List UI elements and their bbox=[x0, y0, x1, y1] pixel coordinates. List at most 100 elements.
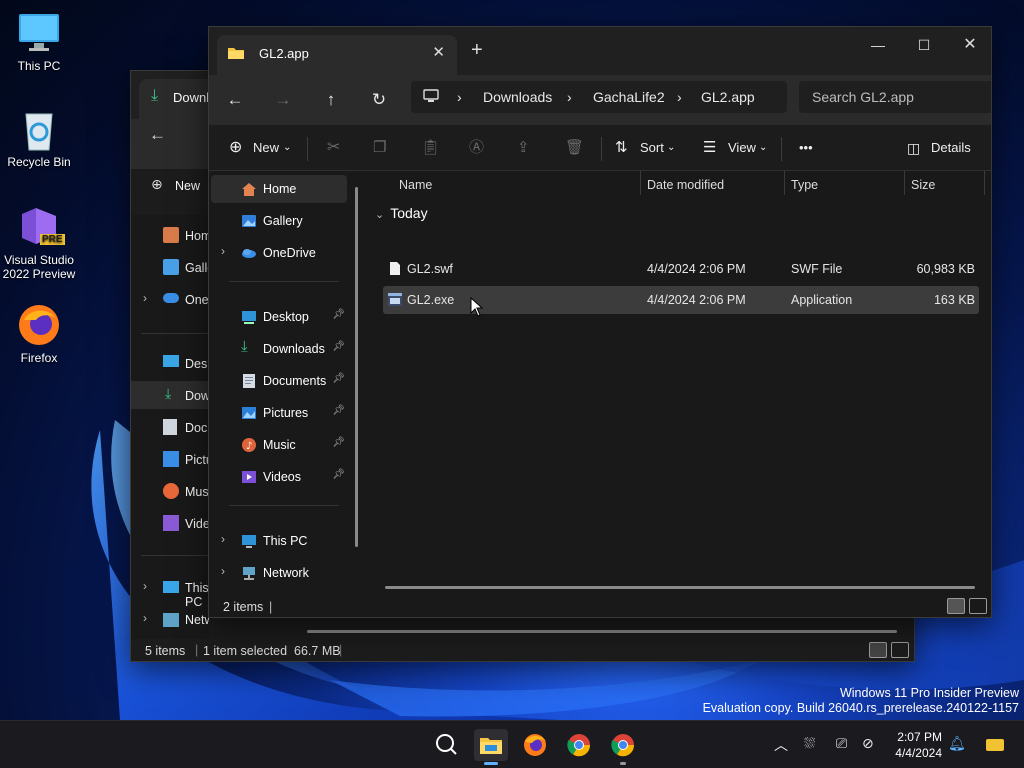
back-nav-desktop[interactable]: Desktop bbox=[185, 357, 209, 371]
pin-icon[interactable]: 📌︎ bbox=[332, 469, 345, 480]
breadcrumb-gl2app[interactable]: GL2.app bbox=[701, 89, 755, 105]
firefox-taskbar-icon[interactable] bbox=[518, 729, 552, 761]
monitor-tray-icon[interactable]: ⎚ bbox=[836, 735, 847, 752]
chrome-icon[interactable] bbox=[562, 729, 596, 761]
table-row[interactable]: GL2.swf 4/4/2024 2:06 PM SWF File 60,983… bbox=[383, 255, 979, 283]
desktop-icon-visual-studio[interactable]: PRE Visual Studio 2022 Preview bbox=[0, 204, 78, 281]
breadcrumb-downloads[interactable]: Downloads bbox=[483, 89, 552, 105]
pin-icon[interactable]: 📌︎ bbox=[332, 309, 345, 320]
copy-icon[interactable]: ❐ bbox=[373, 134, 386, 162]
desktop-icon-this-pc[interactable]: This PC bbox=[0, 10, 78, 73]
close-window-icon[interactable]: ✕ bbox=[947, 31, 991, 61]
nav-item-network[interactable]: › Network bbox=[211, 559, 347, 587]
view-icon[interactable]: ☰ bbox=[703, 134, 716, 162]
back-arrow-icon[interactable]: ← bbox=[149, 125, 166, 145]
new-plus-icon[interactable]: ⊕ bbox=[229, 134, 242, 162]
desktop-icon-recycle-bin[interactable]: Recycle Bin bbox=[0, 106, 78, 169]
nav-item-this-pc[interactable]: › This PC bbox=[211, 527, 347, 555]
vertical-scrollbar[interactable] bbox=[355, 187, 358, 547]
chevron-down-icon: ⌄ bbox=[759, 142, 768, 153]
nav-item-gallery[interactable]: Gallery bbox=[211, 207, 347, 235]
chevron-right-icon[interactable]: › bbox=[221, 244, 225, 258]
horizontal-scrollbar[interactable] bbox=[385, 586, 975, 589]
minimize-icon[interactable]: — bbox=[855, 31, 901, 61]
nav-item-documents[interactable]: Documents 📌︎ bbox=[211, 367, 347, 395]
back-nav-this-pc[interactable]: This PC bbox=[185, 581, 209, 609]
pin-icon[interactable]: 📌︎ bbox=[332, 437, 345, 448]
new-button[interactable]: New bbox=[253, 134, 279, 162]
close-tab-icon[interactable]: ✕ bbox=[432, 43, 445, 61]
horizontal-scrollbar[interactable] bbox=[307, 630, 897, 633]
nav-item-music[interactable]: ♪ Music 📌︎ bbox=[211, 431, 347, 459]
nav-item-videos[interactable]: Videos 📌︎ bbox=[211, 463, 347, 491]
pin-icon[interactable]: 📌︎ bbox=[332, 341, 345, 352]
back-nav-onedrive[interactable]: OneDrive bbox=[185, 293, 209, 307]
column-header-size[interactable]: Size bbox=[911, 178, 935, 192]
search-box[interactable] bbox=[799, 81, 991, 113]
delete-icon[interactable]: 🗑︎ bbox=[565, 134, 584, 162]
details-view-button[interactable] bbox=[947, 598, 965, 614]
column-header-date[interactable]: Date modified bbox=[647, 178, 724, 192]
paste-icon[interactable]: 📋︎ bbox=[421, 134, 440, 162]
refresh-icon[interactable]: ↻ bbox=[363, 85, 395, 115]
back-nav-documents[interactable]: Documents bbox=[185, 421, 209, 435]
chevron-right-icon[interactable]: › bbox=[143, 611, 147, 625]
back-nav-videos[interactable]: Videos bbox=[185, 517, 209, 531]
sort-button[interactable]: Sort bbox=[640, 134, 664, 162]
new-plus-icon[interactable]: ⊕ bbox=[151, 176, 163, 193]
nav-item-pictures[interactable]: Pictures 📌︎ bbox=[211, 399, 347, 427]
back-nav-network[interactable]: Network bbox=[185, 613, 209, 627]
view-button[interactable]: View bbox=[728, 134, 756, 162]
cut-icon[interactable]: ✂ bbox=[327, 134, 340, 162]
back-arrow-icon[interactable]: ← bbox=[219, 85, 251, 115]
chevron-right-icon[interactable]: › bbox=[143, 579, 147, 593]
maximize-icon[interactable]: ☐ bbox=[901, 31, 947, 61]
pin-icon[interactable]: 📌︎ bbox=[332, 373, 345, 384]
search-icon[interactable] bbox=[430, 729, 464, 761]
back-nav-home[interactable]: Home bbox=[185, 229, 209, 243]
search-input[interactable] bbox=[812, 89, 991, 105]
details-view-button[interactable] bbox=[869, 642, 887, 658]
sort-icon[interactable]: ⇅ bbox=[615, 134, 628, 162]
more-options-button[interactable]: ••• bbox=[799, 134, 813, 162]
column-header-name[interactable]: Name bbox=[399, 178, 432, 192]
back-nav-downloads[interactable]: Downloads bbox=[185, 389, 209, 403]
nav-item-home[interactable]: Home bbox=[211, 175, 347, 203]
network-offline-icon[interactable]: ⛆ bbox=[804, 735, 815, 752]
column-header-type[interactable]: Type bbox=[791, 178, 818, 192]
back-nav-music[interactable]: Music bbox=[185, 485, 209, 499]
nav-item-desktop[interactable]: Desktop 📌︎ bbox=[211, 303, 347, 331]
nav-item-downloads[interactable]: ⤓ Downloads 📌︎ bbox=[211, 335, 347, 363]
group-header-today[interactable]: ⌄ Today bbox=[375, 205, 428, 221]
chrome-icon-second[interactable] bbox=[606, 729, 640, 765]
chevron-right-icon[interactable]: › bbox=[221, 564, 225, 578]
tiles-view-button[interactable] bbox=[969, 598, 987, 614]
share-icon[interactable]: ⇪ bbox=[517, 134, 530, 162]
new-tab-icon[interactable]: + bbox=[471, 39, 483, 62]
chevron-right-icon[interactable]: › bbox=[143, 291, 147, 305]
back-nav-gallery[interactable]: Gallery bbox=[185, 261, 209, 275]
forward-arrow-icon[interactable]: → bbox=[267, 85, 299, 115]
title-bar[interactable]: GL2.app ✕ + — ☐ ✕ bbox=[209, 27, 991, 75]
details-pane-icon[interactable]: ◫ bbox=[907, 134, 920, 162]
address-bar[interactable]: › Downloads › GachaLife2 › GL2.app bbox=[411, 81, 787, 113]
rename-icon[interactable]: Ⓐ bbox=[469, 134, 484, 162]
explorer-window-gl2app[interactable]: GL2.app ✕ + — ☐ ✕ ← → ↑ ↻ › Downloads › … bbox=[208, 26, 992, 618]
volume-muted-icon[interactable]: ⊘ bbox=[862, 735, 874, 752]
clock[interactable]: 2:07 PM 4/4/2024 bbox=[886, 729, 942, 761]
tab-gl2app[interactable]: GL2.app ✕ bbox=[217, 35, 457, 75]
tiles-view-button[interactable] bbox=[891, 642, 909, 658]
details-button[interactable]: Details bbox=[931, 134, 971, 162]
chevron-right-icon[interactable]: › bbox=[221, 532, 225, 546]
nav-item-onedrive[interactable]: › OneDrive bbox=[211, 239, 347, 267]
desktop-icon-firefox[interactable]: Firefox bbox=[0, 302, 78, 365]
file-explorer-icon[interactable] bbox=[474, 729, 508, 765]
up-arrow-icon[interactable]: ↑ bbox=[315, 85, 347, 115]
notification-bell-icon[interactable]: 🔔︎ bbox=[948, 735, 966, 752]
folder-icon bbox=[228, 48, 244, 59]
pin-icon[interactable]: 📌︎ bbox=[332, 405, 345, 416]
breadcrumb-gachalife2[interactable]: GachaLife2 bbox=[593, 89, 665, 105]
back-nav-pictures[interactable]: Pictures bbox=[185, 453, 209, 467]
back-new-button[interactable]: New bbox=[175, 179, 200, 193]
chevron-up-icon[interactable]: ︿ bbox=[774, 735, 788, 755]
